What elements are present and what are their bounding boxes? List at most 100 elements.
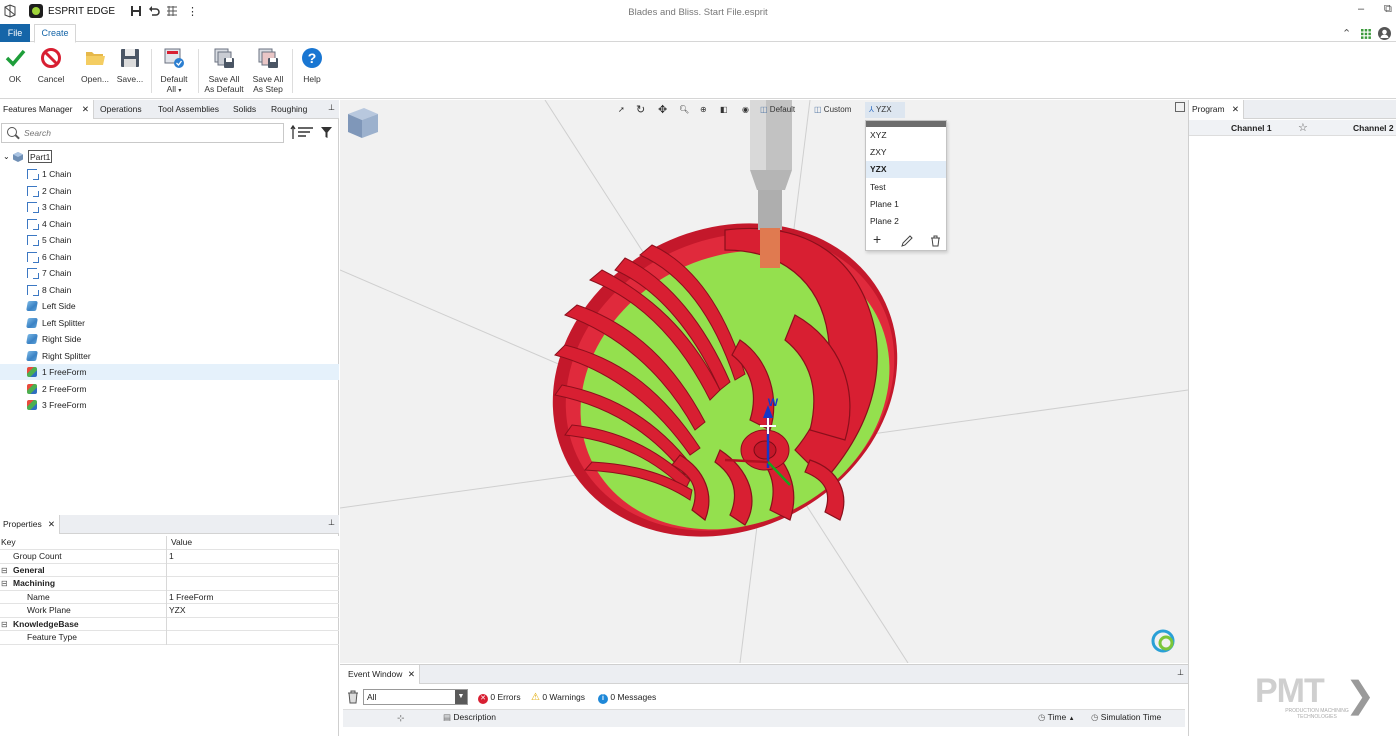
add-icon[interactable]: + (873, 231, 881, 247)
view-custom-button[interactable]: ◫ Custom (814, 102, 860, 118)
close-tab-icon[interactable]: ✕ (1232, 100, 1239, 119)
filter-icon[interactable] (320, 126, 333, 139)
workplane-option[interactable]: YZX (866, 161, 946, 179)
zoom-icon[interactable]: 🔍︎ (679, 102, 689, 118)
tree-item[interactable]: 6 Chain (0, 249, 339, 265)
model-scene[interactable]: W (340, 100, 1188, 663)
save-all-as-step-button[interactable]: Save All As Step (248, 47, 288, 94)
pin-icon[interactable]: ⊥ (328, 518, 335, 527)
tab-file[interactable]: File (0, 24, 30, 42)
property-row[interactable]: Group Count 1 (0, 550, 339, 564)
property-row[interactable]: Name 1 FreeForm (0, 590, 339, 604)
event-filter-select[interactable]: All ▼ (363, 689, 468, 705)
graphics-viewport[interactable]: W ➚ ↻ ✥ 🔍︎ ⊕ ◧ ◉ ◫ Default ◫ Custom ⅄ YZ… (340, 100, 1188, 663)
channel2-label[interactable]: Channel 2 (1353, 123, 1394, 133)
tab-properties[interactable]: Properties ✕ (0, 515, 60, 534)
tab-tool-assemblies[interactable]: Tool Assemblies (155, 100, 222, 119)
save-all-as-default-button[interactable]: Save All As Default (202, 47, 246, 94)
pin-icon[interactable]: ⊥ (328, 103, 335, 112)
tree-item[interactable]: 3 FreeForm (0, 397, 339, 413)
zoom-window-icon[interactable]: ⊕ (700, 102, 707, 118)
tab-program[interactable]: Program ✕ (1189, 100, 1244, 119)
tab-features-manager[interactable]: Features Manager ✕ (0, 100, 94, 119)
tree-item[interactable]: 2 Chain (0, 183, 339, 199)
tree-item[interactable]: 1 FreeForm (0, 364, 339, 380)
user-avatar-icon[interactable] (1378, 27, 1391, 40)
workplane-option[interactable]: ZXY (866, 144, 946, 161)
workplane-dropdown-button[interactable]: ⅄ YZX (865, 102, 905, 118)
tree-item[interactable]: 2 FreeForm (0, 381, 339, 397)
tab-create[interactable]: Create (34, 24, 76, 43)
tree-item[interactable]: Right Splitter (0, 348, 339, 364)
search-input[interactable] (24, 127, 274, 139)
close-tab-icon[interactable]: ✕ (82, 100, 89, 119)
property-key: Name (27, 591, 50, 602)
tree-item[interactable]: Left Side (0, 298, 339, 314)
open-button[interactable]: Open... (78, 47, 112, 84)
tree-item[interactable]: 4 Chain (0, 216, 339, 232)
save-button[interactable]: Save... (115, 47, 145, 84)
search-box[interactable] (1, 123, 284, 143)
channel1-label[interactable]: Channel 1 (1231, 123, 1272, 133)
time-column[interactable]: ◷ Time ▲ (1038, 712, 1075, 723)
select-cursor-icon[interactable]: ➚ (618, 102, 625, 118)
tab-solids[interactable]: Solids (230, 100, 259, 119)
expand-collapse-icon[interactable]: ⊟ (1, 618, 8, 632)
tree-item[interactable]: Right Side (0, 331, 339, 347)
view-eye-icon[interactable]: ◉ (742, 102, 749, 118)
dropdown-arrow-icon[interactable]: ▼ (455, 690, 467, 704)
tab-operations[interactable]: Operations (97, 100, 145, 119)
sort-icon[interactable] (290, 125, 314, 141)
favorite-star-icon[interactable]: ☆ (1298, 121, 1308, 134)
view-default-button[interactable]: ◫ Default (760, 102, 806, 118)
tree-item[interactable]: 3 Chain (0, 199, 339, 215)
tree-item[interactable]: 7 Chain (0, 265, 339, 281)
default-all-button[interactable]: Default All ▾ (156, 47, 192, 96)
clear-events-icon[interactable] (347, 690, 359, 704)
chain-icon (27, 284, 39, 296)
workplane-option[interactable]: Test (866, 179, 946, 196)
workplane-option[interactable]: Plane 2 (866, 213, 946, 230)
workplane-option[interactable]: Plane 1 (866, 196, 946, 213)
property-row[interactable]: Work Plane YZX (0, 604, 339, 618)
tree-item[interactable]: Left Splitter (0, 315, 339, 331)
maximize-viewport-icon[interactable] (1175, 102, 1185, 112)
errors-filter-button[interactable]: ✕ 0 Errors (478, 689, 521, 705)
help-button[interactable]: ? Help (298, 47, 326, 84)
tab-event-window[interactable]: Event Window ✕ (340, 665, 420, 684)
workplane-option[interactable]: XYZ (866, 127, 946, 144)
property-row[interactable]: ⊟ General (0, 563, 339, 578)
display-mode-icon[interactable]: ◧ (720, 102, 728, 118)
messages-filter-button[interactable]: i 0 Messages (598, 689, 656, 705)
tree-item[interactable]: 1 Chain (0, 166, 339, 182)
cancel-button[interactable]: Cancel (35, 47, 67, 84)
tree-item[interactable]: 5 Chain (0, 232, 339, 248)
trash-icon[interactable] (930, 235, 941, 247)
close-tab-icon[interactable]: ✕ (48, 515, 55, 534)
edit-pencil-icon[interactable] (901, 235, 913, 247)
tree-item[interactable]: 8 Chain (0, 282, 339, 298)
tab-program-label: Program (1192, 104, 1225, 114)
rotate-icon[interactable]: ↻ (636, 102, 645, 118)
pin-icon[interactable]: ⊥ (1177, 668, 1184, 677)
collapse-chevron-icon[interactable]: ⌄ (3, 149, 10, 165)
pan-icon[interactable]: ✥ (658, 102, 667, 118)
property-row[interactable]: Feature Type (0, 631, 339, 645)
restore-button[interactable]: ⧉ (1384, 3, 1392, 16)
warnings-filter-button[interactable]: ⚠ 0 Warnings (531, 689, 585, 705)
tab-roughing[interactable]: Roughing (268, 100, 310, 119)
simulation-time-column[interactable]: ◷ Simulation Time (1091, 712, 1161, 723)
minimize-button[interactable]: – (1358, 3, 1364, 15)
tree-column-icon[interactable]: ⊹ (397, 713, 405, 724)
property-row[interactable]: ⊟ KnowledgeBase (0, 617, 339, 632)
description-column[interactable]: ▤ Description (443, 712, 496, 723)
expand-collapse-icon[interactable]: ⊟ (1, 577, 8, 591)
close-tab-icon[interactable]: ✕ (408, 665, 415, 684)
collapse-ribbon-icon[interactable]: ⌃ (1342, 27, 1351, 40)
tree-root-row[interactable]: ⌄ Part1 (0, 149, 339, 165)
apps-grid-icon[interactable] (1361, 29, 1371, 39)
property-row[interactable]: ⊟ Machining (0, 577, 339, 591)
property-key: Machining (13, 578, 56, 588)
expand-collapse-icon[interactable]: ⊟ (1, 564, 8, 578)
ok-button[interactable]: OK (3, 47, 27, 84)
